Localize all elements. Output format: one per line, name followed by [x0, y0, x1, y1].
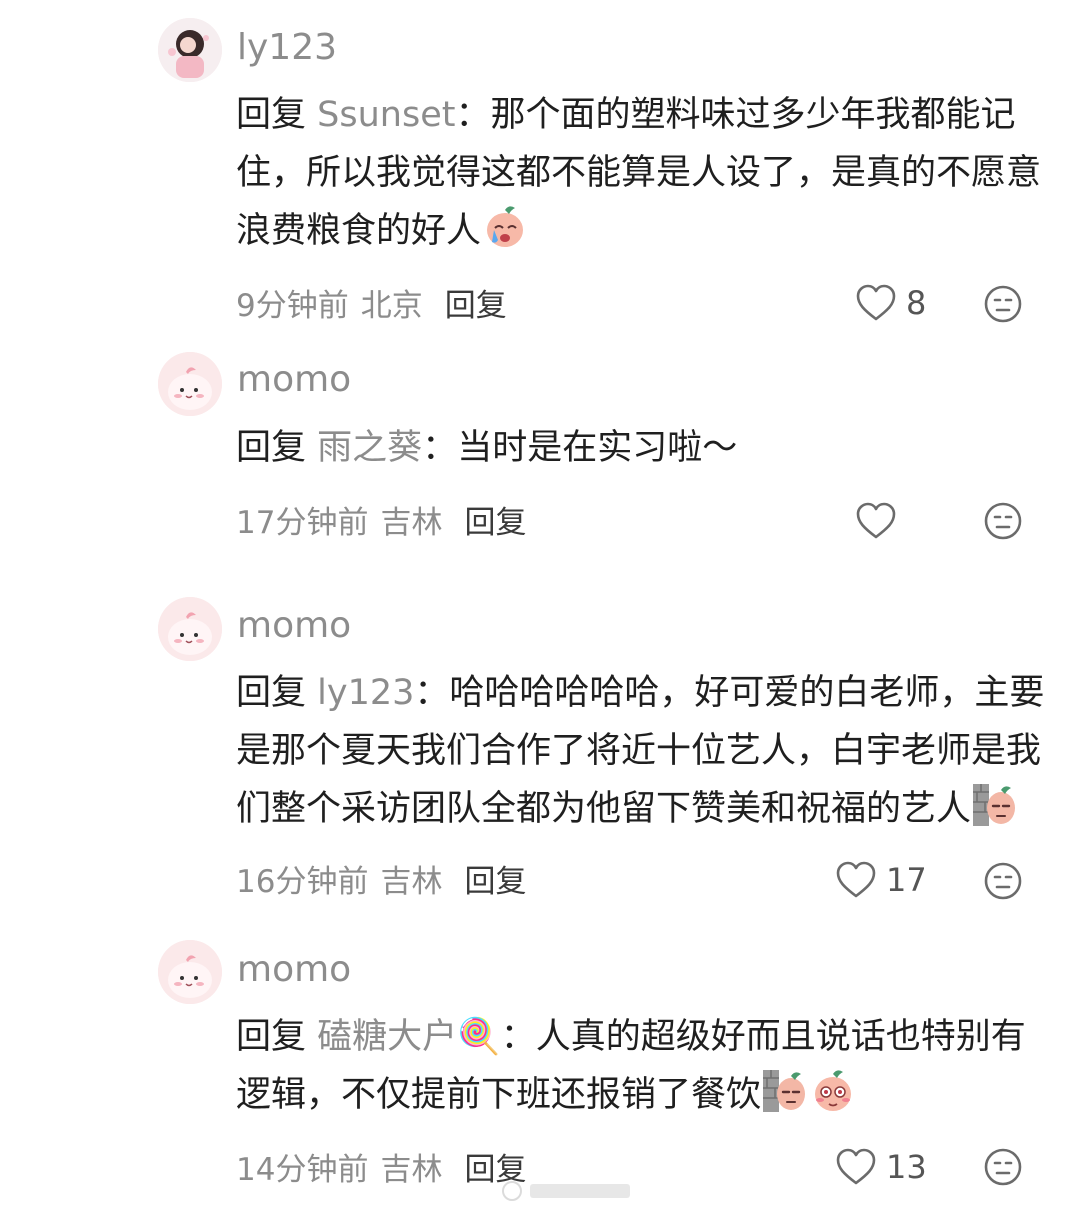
reply-prefix: 回复 [236, 673, 307, 713]
like-count: 8 [906, 284, 927, 322]
reply-prefix: 回复 [236, 1017, 307, 1057]
like-button[interactable]: 17 [836, 858, 927, 902]
comment-item: momo 回复 磕糖大户🍭：人真的超级好而且说话也特别有逻辑，不仅提前下班还报销… [0, 930, 1080, 1217]
comment-meta: 17分钟前 吉林 回复 [236, 503, 526, 543]
comment-meta: 16分钟前 吉林 回复 [236, 862, 526, 902]
heart-icon [836, 861, 876, 898]
comment-item: momo 回复 ly123：哈哈哈哈哈哈，好可爱的白老师，主要是那个夏天我们合作… [0, 580, 1080, 930]
comment-text: 回复 雨之葵：当时是在实习啦～ [236, 419, 1056, 477]
shy-sticker-icon [809, 1066, 857, 1114]
neutral-face-icon [984, 862, 1022, 900]
user-avatar[interactable] [158, 18, 222, 82]
like-count: 17 [886, 861, 927, 899]
neutral-face-icon [984, 502, 1022, 540]
reply-button[interactable]: 回复 [464, 505, 526, 541]
user-avatar[interactable] [158, 597, 222, 661]
username[interactable]: momo [237, 950, 351, 990]
colon: ： [422, 428, 458, 468]
colon: ： [455, 95, 491, 135]
location: 吉林 [380, 505, 443, 541]
dislike-button[interactable] [983, 1147, 1023, 1187]
mention-link[interactable]: 磕糖大户🍭 [317, 1017, 501, 1057]
username[interactable]: ly123 [237, 28, 337, 68]
comment-item: ly123 回复 Ssunset：那个面的塑料味过多少年我都能记住，所以我觉得这… [0, 0, 1080, 340]
heart-icon [856, 284, 896, 321]
comment-text: 回复 Ssunset：那个面的塑料味过多少年我都能记住，所以我觉得这都不能算是人… [236, 86, 1056, 260]
user-avatar[interactable] [158, 940, 222, 1004]
mention-link[interactable]: Ssunset [317, 95, 455, 135]
timestamp: 14分钟前 [236, 1152, 369, 1188]
dislike-button[interactable] [983, 284, 1023, 324]
user-avatar[interactable] [158, 352, 222, 416]
timestamp: 17分钟前 [236, 505, 369, 541]
mention-link[interactable]: 雨之葵 [317, 428, 422, 468]
location: 北京 [360, 288, 423, 324]
like-button[interactable] [856, 499, 906, 543]
colon: ： [414, 673, 450, 713]
location: 吉林 [380, 1152, 443, 1188]
reply-button[interactable]: 回复 [464, 864, 526, 900]
crying-sticker-icon [481, 202, 529, 250]
comment-body: 当时是在实习啦～ [457, 428, 738, 468]
location: 吉林 [380, 864, 443, 900]
reply-prefix: 回复 [236, 428, 307, 468]
username[interactable]: momo [237, 360, 351, 400]
comment-meta: 14分钟前 吉林 回复 [236, 1150, 526, 1190]
dislike-button[interactable] [983, 861, 1023, 901]
like-button[interactable]: 13 [836, 1145, 927, 1189]
username[interactable]: momo [237, 606, 351, 646]
peeking-wall-sticker-icon [761, 1066, 809, 1114]
comment-text: 回复 ly123：哈哈哈哈哈哈，好可爱的白老师，主要是那个夏天我们合作了将近十位… [236, 664, 1056, 838]
heart-icon [836, 1148, 876, 1185]
timestamp: 16分钟前 [236, 864, 369, 900]
neutral-face-icon [984, 1148, 1022, 1186]
reply-button[interactable]: 回复 [445, 288, 507, 324]
watermark [500, 1176, 640, 1206]
comment-meta: 9分钟前 北京 回复 [236, 286, 507, 326]
colon: ： [500, 1017, 536, 1057]
like-count: 13 [886, 1148, 927, 1186]
dislike-button[interactable] [983, 501, 1023, 541]
reply-prefix: 回复 [236, 95, 307, 135]
timestamp: 9分钟前 [236, 288, 349, 324]
peeking-wall-sticker-icon [971, 780, 1019, 828]
neutral-face-icon [984, 285, 1022, 323]
comment-text: 回复 磕糖大户🍭：人真的超级好而且说话也特别有逻辑，不仅提前下班还报销了餐饮 [236, 1008, 1051, 1124]
like-button[interactable]: 8 [856, 281, 926, 325]
comment-item: momo 回复 雨之葵：当时是在实习啦～ 17分钟前 吉林 回复 [0, 340, 1080, 580]
mention-link[interactable]: ly123 [317, 673, 414, 713]
heart-icon [856, 502, 896, 539]
